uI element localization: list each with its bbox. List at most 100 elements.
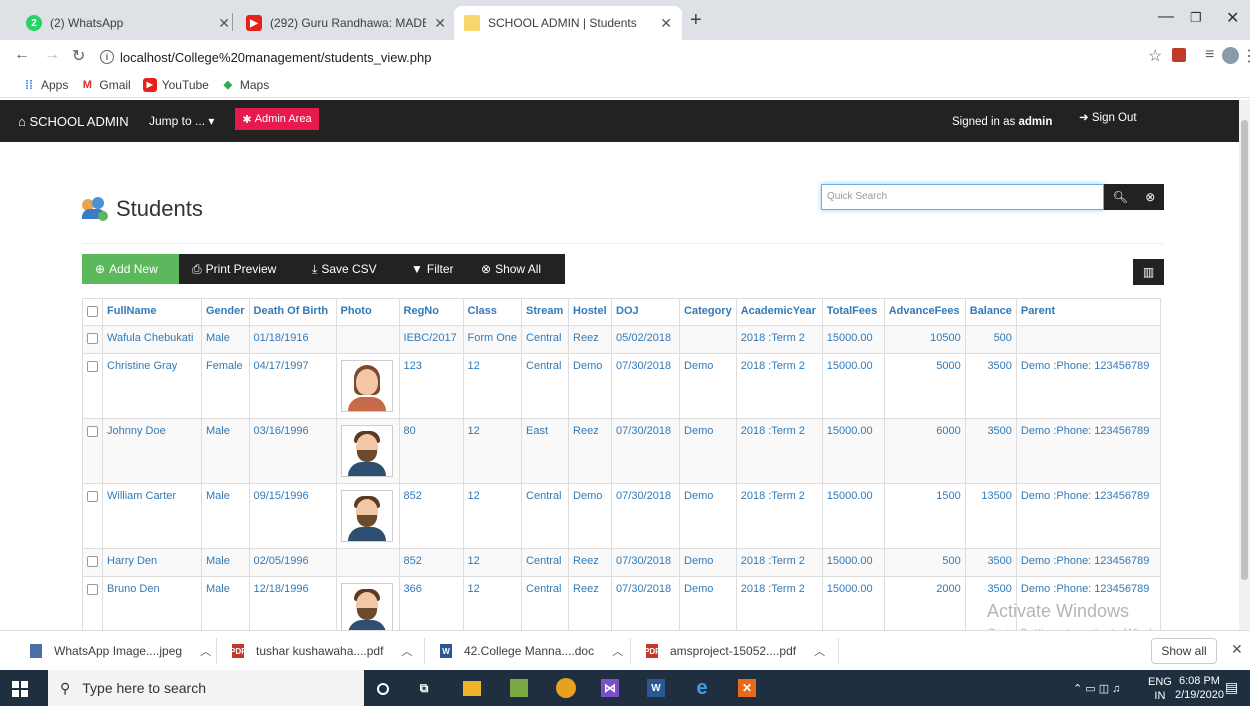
cell-parent[interactable]: Demo :Phone: 123456789 xyxy=(1015,548,1161,577)
notification-icon[interactable]: ▤ xyxy=(1225,679,1238,696)
column-header[interactable]: Category xyxy=(679,298,737,326)
filter-button[interactable]: ▼ Filter xyxy=(398,254,468,284)
cell-gender[interactable]: Male xyxy=(201,548,250,577)
save-csv-button[interactable]: ⤓ Save CSV xyxy=(299,254,398,284)
close-downloads-icon[interactable]: ✕ xyxy=(1231,641,1243,658)
cell-year[interactable]: 2018 :Term 2 xyxy=(735,325,823,354)
column-header[interactable]: Class xyxy=(462,298,523,326)
taskbar-search-box[interactable]: ⚲ Type here to search xyxy=(48,670,364,706)
cell-parent[interactable] xyxy=(1015,325,1161,354)
cell-total[interactable]: 15000.00 xyxy=(821,483,885,549)
reading-list-icon[interactable]: ≡ xyxy=(1205,46,1214,64)
cell-hostel[interactable]: Reez xyxy=(568,325,613,354)
cell-class[interactable]: 12 xyxy=(462,353,523,419)
cell-balance[interactable]: 13500 xyxy=(964,483,1017,549)
cell-hostel[interactable]: Reez xyxy=(568,418,613,484)
tab-students[interactable]: SCHOOL ADMIN | Students ✕ xyxy=(454,6,682,40)
cell-total[interactable]: 15000.00 xyxy=(821,353,885,419)
row-checkbox[interactable] xyxy=(87,425,98,437)
cell-year[interactable]: 2018 :Term 2 xyxy=(735,418,823,484)
cell-name[interactable]: Wafula Chebukati xyxy=(102,325,202,354)
cell-dob[interactable]: 02/05/1996 xyxy=(248,548,337,577)
cell-name[interactable]: Johnny Doe xyxy=(102,418,202,484)
download-item[interactable]: W 42.College Manna....doc ︿ xyxy=(440,643,623,659)
menu-icon[interactable]: ⋮ xyxy=(1241,46,1250,66)
cell-stream[interactable]: East xyxy=(521,418,570,484)
minimize-icon[interactable]: — xyxy=(1158,8,1174,26)
close-window-icon[interactable]: ✕ xyxy=(1226,8,1239,28)
cell-advance[interactable]: 500 xyxy=(883,548,966,577)
print-preview-button[interactable]: ⎙ Print Preview xyxy=(179,254,299,284)
scrollbar-thumb[interactable] xyxy=(1241,120,1248,580)
cell-year[interactable]: 2018 :Term 2 xyxy=(735,483,823,549)
quick-search-input[interactable]: Quick Search xyxy=(821,184,1104,210)
cell-category[interactable]: Demo xyxy=(679,548,737,577)
student-photo[interactable] xyxy=(340,583,393,635)
cell-class[interactable]: Form One xyxy=(462,325,523,354)
download-item[interactable]: PDF tushar kushawaha....pdf ︿ xyxy=(230,643,412,659)
column-header[interactable]: FullName xyxy=(102,298,202,326)
chrome-icon[interactable] xyxy=(556,678,576,698)
student-photo[interactable] xyxy=(340,360,393,412)
row-checkbox[interactable] xyxy=(87,332,98,344)
table-row[interactable]: William Carter Male 09/15/1996 852 12 Central… xyxy=(82,483,1161,549)
cell-total[interactable]: 15000.00 xyxy=(821,325,885,354)
column-header[interactable]: DOJ xyxy=(611,298,681,326)
column-header[interactable]: Balance xyxy=(964,298,1017,326)
show-all-button[interactable]: ⊗ Show All xyxy=(468,254,565,284)
cell-advance[interactable]: 5000 xyxy=(883,353,966,419)
table-row[interactable]: Johnny Doe Male 03/16/1996 80 12 East Reez 07/3… xyxy=(82,418,1161,484)
cell-regno[interactable]: IEBC/2017 xyxy=(398,325,464,354)
cell-hostel[interactable]: Demo xyxy=(568,353,613,419)
windows-start-icon[interactable] xyxy=(12,681,28,697)
cell-balance[interactable]: 3500 xyxy=(964,548,1017,577)
cell-name[interactable]: William Carter xyxy=(102,483,202,549)
column-header[interactable]: Photo xyxy=(335,298,400,326)
cell-total[interactable]: 15000.00 xyxy=(821,418,885,484)
student-photo[interactable] xyxy=(340,425,393,477)
bookmark-maps[interactable]: ◆ Maps xyxy=(221,78,270,92)
cell-name[interactable]: Christine Gray xyxy=(102,353,202,419)
row-checkbox[interactable] xyxy=(87,360,98,372)
cell-category[interactable] xyxy=(679,325,737,354)
table-row[interactable]: Wafula Chebukati Male 01/18/1916 IEBC/2017 F… xyxy=(82,325,1161,354)
row-checkbox[interactable] xyxy=(87,555,98,567)
cell-regno[interactable]: 123 xyxy=(398,353,464,419)
taskbar-clock[interactable]: 6:08 PM 2/19/2020 xyxy=(1175,674,1224,702)
cell-name[interactable]: Harry Den xyxy=(102,548,202,577)
paint-icon[interactable] xyxy=(510,679,528,697)
forward-icon[interactable]: → xyxy=(44,46,60,64)
language-indicator[interactable]: ENG IN xyxy=(1148,675,1172,703)
cell-total[interactable]: 15000.00 xyxy=(821,548,885,577)
cell-advance[interactable]: 1500 xyxy=(883,483,966,549)
star-icon[interactable]: ☆ xyxy=(1148,46,1162,66)
cell-year[interactable]: 2018 :Term 2 xyxy=(735,548,823,577)
column-header[interactable]: AcademicYear xyxy=(735,298,823,326)
word-icon[interactable]: W xyxy=(647,679,665,697)
column-header[interactable]: RegNo xyxy=(398,298,464,326)
download-item[interactable]: PDF amsproject-15052....pdf ︿ xyxy=(644,643,825,659)
cell-stream[interactable]: Central xyxy=(521,325,570,354)
close-tab-icon[interactable]: ✕ xyxy=(218,15,230,32)
task-view-icon[interactable]: ⧉ xyxy=(414,678,434,698)
cell-doj[interactable]: 07/30/2018 xyxy=(611,353,681,419)
column-toggle-button[interactable]: ▥ xyxy=(1133,259,1164,285)
row-checkbox[interactable] xyxy=(87,490,98,502)
pdf-extension-icon[interactable] xyxy=(1172,48,1186,62)
cell-doj[interactable]: 05/02/2018 xyxy=(611,325,681,354)
close-tab-icon[interactable]: ✕ xyxy=(434,15,446,32)
table-row[interactable]: Harry Den Male 02/05/1996 852 12 Central Reez 0… xyxy=(82,548,1161,577)
cell-gender[interactable]: Male xyxy=(201,483,250,549)
student-photo[interactable] xyxy=(340,490,393,542)
cell-class[interactable]: 12 xyxy=(462,483,523,549)
reload-icon[interactable]: ↻ xyxy=(72,46,85,66)
cell-parent[interactable]: Demo :Phone: 123456789 xyxy=(1015,483,1161,549)
cell-gender[interactable]: Male xyxy=(201,325,250,354)
tab-youtube[interactable]: ▶ (292) Guru Randhawa: MADE IN I ✕ xyxy=(236,6,456,40)
cell-class[interactable]: 12 xyxy=(462,548,523,577)
page-scrollbar[interactable] xyxy=(1239,100,1250,630)
cell-balance[interactable]: 500 xyxy=(964,325,1017,354)
cell-category[interactable]: Demo xyxy=(679,483,737,549)
cell-category[interactable]: Demo xyxy=(679,418,737,484)
chevron-up-icon[interactable]: ︿ xyxy=(814,643,825,659)
